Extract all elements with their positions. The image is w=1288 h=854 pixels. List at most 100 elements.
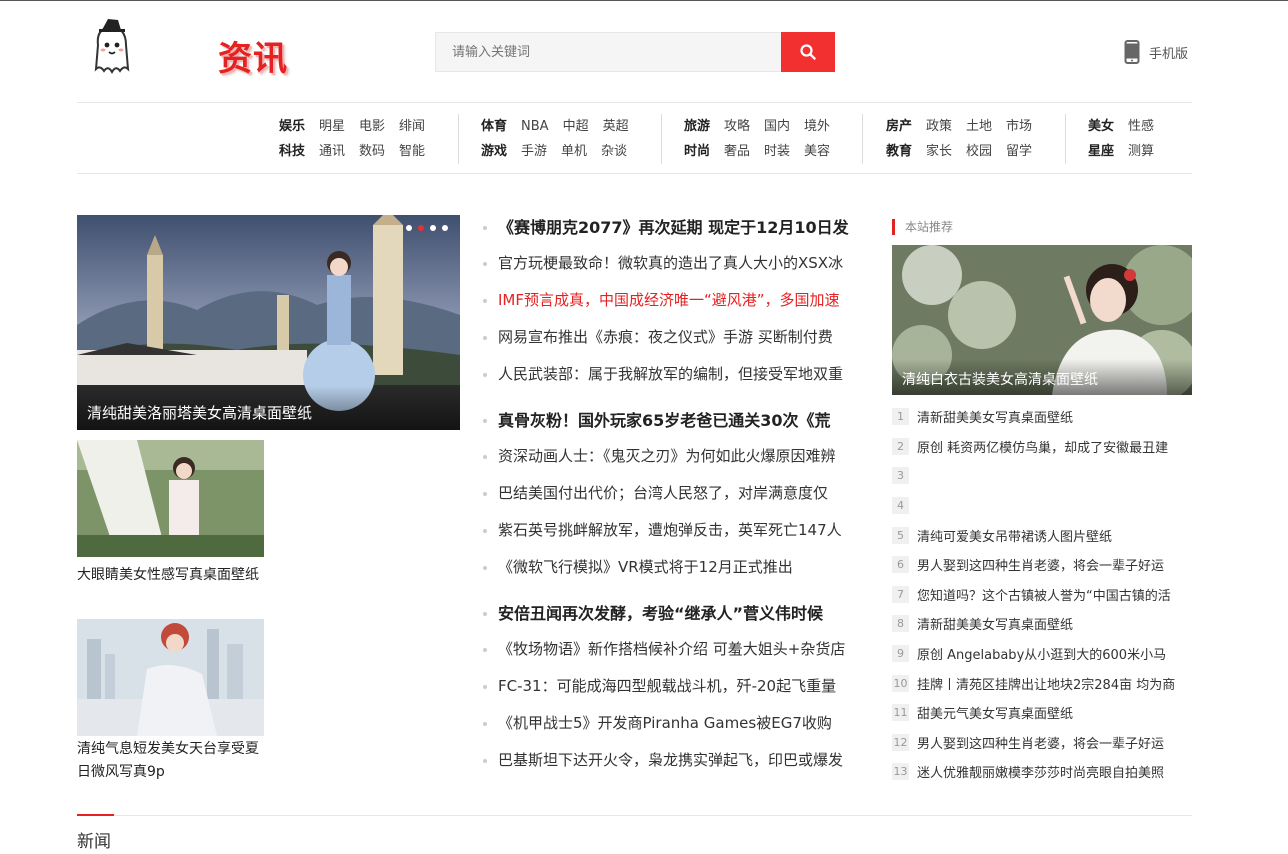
nav-link[interactable]: 政策 [926, 114, 952, 139]
slider-caption[interactable]: 清纯甜美洛丽塔美女高清桌面壁纸 [77, 386, 460, 430]
nav-link[interactable]: 中超 [563, 114, 589, 139]
rank-row[interactable]: 4 [892, 491, 1192, 521]
news-item[interactable]: FC-31：可能成海四型舰载战斗机，歼-20起飞重量 [481, 668, 876, 705]
nav-link[interactable]: 智能 [399, 139, 425, 164]
rank-text[interactable]: 迷人优雅靓丽嫩模李莎莎时尚亮眼自拍美照 [917, 762, 1164, 781]
nav-link[interactable]: 通讯 [319, 139, 345, 164]
nav-link[interactable]: 教育 [886, 139, 912, 164]
recommend-title: 本站推荐 [892, 219, 953, 235]
thumb-title[interactable]: 清纯气息短发美女天台享受夏日微风写真9p [77, 738, 267, 784]
slider-dot[interactable] [430, 225, 436, 231]
nav-divider [77, 173, 1192, 174]
rank-row[interactable]: 3 [892, 461, 1192, 491]
nav-link[interactable]: 星座 [1088, 139, 1114, 164]
rank-row[interactable]: 12 男人娶到这四种生肖老婆，将会一辈子好运 [892, 728, 1192, 758]
nav-link[interactable]: 攻略 [724, 114, 750, 139]
nav-link[interactable]: 美容 [804, 139, 830, 164]
rank-number: 2 [892, 437, 909, 455]
news-headline[interactable]: 《赛博朋克2077》再次延期 现定于12月10日发 [481, 213, 876, 243]
rank-text[interactable]: 清纯可爱美女吊带裙诱人图片壁纸 [917, 526, 1112, 545]
rank-row[interactable]: 6 男人娶到这四种生肖老婆，将会一辈子好运 [892, 550, 1192, 580]
nav-link[interactable]: 美女 [1088, 114, 1114, 139]
news-headline[interactable]: 安倍丑闻再次发酵，考验“继承人”菅义伟时候 [481, 599, 876, 629]
news-item[interactable]: 巴结美国付出代价；台湾人民怒了，对岸满意度仅 [481, 475, 876, 512]
rank-row[interactable]: 9 原创 Angelababy从小逛到大的600米小马 [892, 639, 1192, 669]
nav-link[interactable]: 境外 [804, 114, 830, 139]
rank-text[interactable]: 男人娶到这四种生肖老婆，将会一辈子好运 [917, 555, 1164, 574]
news-item[interactable]: 《牧场物语》新作搭档候补介绍 可羞大姐头+杂货店 [481, 631, 876, 668]
rank-number: 1 [892, 408, 909, 426]
nav-link[interactable]: 性感 [1128, 114, 1154, 139]
nav-link[interactable]: 旅游 [684, 114, 710, 139]
nav-link[interactable]: 体育 [481, 114, 507, 139]
rank-row[interactable]: 1 清新甜美美女写真桌面壁纸 [892, 402, 1192, 432]
rank-row[interactable]: 13 迷人优雅靓丽嫩模李莎莎时尚亮眼自拍美照 [892, 757, 1192, 787]
section-title[interactable]: 新闻 [77, 827, 111, 852]
rank-row[interactable]: 10 挂牌丨清苑区挂牌出让地块2宗284亩 均为商 [892, 668, 1192, 698]
news-item[interactable]: 《微软飞行模拟》VR模式将于12月正式推出 [481, 549, 876, 586]
news-item[interactable]: 紫石英号挑衅解放军，遭炮弹反击，英军死亡147人 [481, 512, 876, 549]
rank-text[interactable]: 男人娶到这四种生肖老婆，将会一辈子好运 [917, 733, 1164, 752]
nav-link[interactable]: 家长 [926, 139, 952, 164]
search-input[interactable] [435, 32, 781, 72]
thumb-image[interactable] [77, 440, 264, 557]
news-item[interactable]: 人民武装部：属于我解放军的编制，但接受军地双重 [481, 356, 876, 393]
nav-link[interactable]: 时尚 [684, 139, 710, 164]
nav-link[interactable]: 国内 [764, 114, 790, 139]
nav-link[interactable]: 土地 [966, 114, 992, 139]
news-item[interactable]: 巴基斯坦下达开火令，枭龙携实弹起飞，印巴或爆发 [481, 742, 876, 779]
nav-group-entertainment: 娱乐 明星 电影 绯闻 科技 通讯 数码 智能 [279, 114, 459, 164]
nav-link[interactable]: 时装 [764, 139, 790, 164]
news-item[interactable]: IMF预言成真，中国成经济唯一“避风港”，多国加速 [481, 282, 876, 319]
nav-link[interactable]: 娱乐 [279, 114, 305, 139]
ghost-logo-icon[interactable] [88, 17, 136, 83]
slider-dot[interactable] [406, 225, 412, 231]
rank-row[interactable]: 7 您知道吗？这个古镇被人誉为“中国古镇的活 [892, 580, 1192, 610]
rank-text[interactable]: 原创 耗资两亿模仿鸟巢，却成了安徽最丑建 [917, 437, 1168, 456]
nav-link[interactable]: 科技 [279, 139, 305, 164]
rank-text[interactable]: 挂牌丨清苑区挂牌出让地块2宗284亩 均为商 [917, 674, 1175, 693]
nav-link[interactable]: 奢品 [724, 139, 750, 164]
nav-link[interactable]: 市场 [1006, 114, 1032, 139]
nav-link[interactable]: 明星 [319, 114, 345, 139]
nav-link[interactable]: NBA [521, 114, 549, 139]
mobile-version-link[interactable]: 手机版 [1124, 40, 1188, 64]
nav-link[interactable]: 留学 [1006, 139, 1032, 164]
news-item[interactable]: 资深动画人士：《鬼灭之刃》为何如此火爆原因难辨 [481, 438, 876, 475]
nav-link[interactable]: 英超 [603, 114, 629, 139]
nav-link[interactable]: 校园 [966, 139, 992, 164]
thumb-title[interactable]: 大眼睛美女性感写真桌面壁纸 [77, 564, 267, 587]
nav-link[interactable]: 杂谈 [601, 139, 627, 164]
rank-text[interactable]: 清新甜美美女写真桌面壁纸 [917, 407, 1073, 426]
rank-number: 9 [892, 645, 909, 663]
slider-dot[interactable] [442, 225, 448, 231]
news-item[interactable]: 《机甲战士5》开发商Piranha Games被EG7收购 [481, 705, 876, 742]
rank-row[interactable]: 2 原创 耗资两亿模仿鸟巢，却成了安徽最丑建 [892, 432, 1192, 462]
site-logo-text[interactable]: 资讯 [218, 31, 288, 80]
rank-text[interactable]: 清新甜美美女写真桌面壁纸 [917, 614, 1073, 633]
featured-slider[interactable]: 清纯甜美洛丽塔美女高清桌面壁纸 [77, 215, 460, 430]
search-button[interactable] [781, 32, 835, 72]
news-item[interactable]: 官方玩梗最致命！微软真的造出了真人大小的XSX冰 [481, 245, 876, 282]
nav-link[interactable]: 单机 [561, 139, 587, 164]
rank-text[interactable]: 您知道吗？这个古镇被人誉为“中国古镇的活 [917, 585, 1171, 604]
news-item[interactable]: 网易宣布推出《赤痕：夜之仪式》手游 买断制付费 [481, 319, 876, 356]
slider-dot-active[interactable] [418, 225, 424, 231]
recommend-image[interactable]: 清纯白衣古装美女高清桌面壁纸 [892, 245, 1192, 395]
rank-text[interactable]: 原创 Angelababy从小逛到大的600米小马 [917, 644, 1166, 663]
rank-row[interactable]: 8 清新甜美美女写真桌面壁纸 [892, 609, 1192, 639]
nav-link[interactable]: 绯闻 [399, 114, 425, 139]
news-headline[interactable]: 真骨灰粉！国外玩家65岁老爸已通关30次《荒 [481, 406, 876, 436]
nav-link[interactable]: 游戏 [481, 139, 507, 164]
rank-text[interactable]: 甜美元气美女写真桌面壁纸 [917, 703, 1073, 722]
thumb-image[interactable] [77, 619, 264, 736]
nav-link[interactable]: 电影 [359, 114, 385, 139]
nav-link[interactable]: 测算 [1128, 139, 1154, 164]
nav-link[interactable]: 手游 [521, 139, 547, 164]
recommend-image-caption[interactable]: 清纯白衣古装美女高清桌面壁纸 [892, 359, 1192, 395]
rank-row[interactable]: 11 甜美元气美女写真桌面壁纸 [892, 698, 1192, 728]
nav-link[interactable]: 数码 [359, 139, 385, 164]
rank-row[interactable]: 5 清纯可爱美女吊带裙诱人图片壁纸 [892, 520, 1192, 550]
nav-link[interactable]: 房产 [886, 114, 912, 139]
rank-number: 5 [892, 526, 909, 544]
